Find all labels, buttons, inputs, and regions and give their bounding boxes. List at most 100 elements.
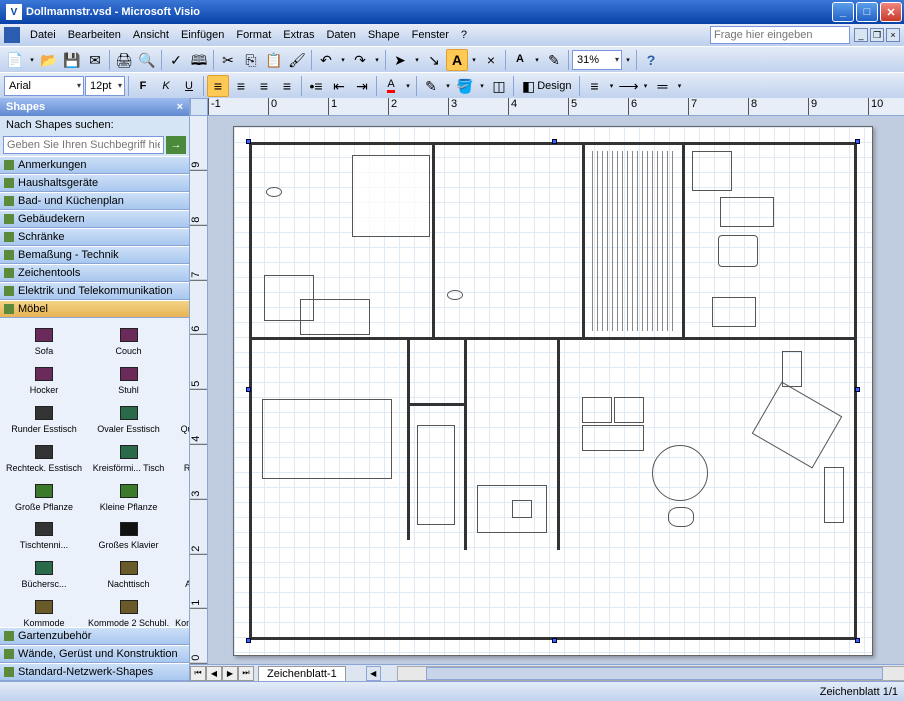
- align-right-button[interactable]: ≡: [253, 75, 275, 97]
- open-button[interactable]: 📂: [38, 49, 60, 71]
- font-name-combo[interactable]: Arial: [4, 76, 84, 96]
- redo-button[interactable]: ↷: [349, 49, 371, 71]
- line-color-button[interactable]: ✎: [420, 75, 442, 97]
- cut-button[interactable]: ✂: [217, 49, 239, 71]
- stencil-item[interactable]: Gebäudekern: [0, 210, 189, 228]
- menu-ansicht[interactable]: Ansicht: [127, 26, 175, 44]
- tab-first-button[interactable]: ⏮: [190, 666, 206, 681]
- print-preview-button[interactable]: 🔍: [136, 49, 158, 71]
- shape-item[interactable]: Großes Klavier: [86, 516, 171, 553]
- menu-daten[interactable]: Daten: [320, 26, 361, 44]
- tab-last-button[interactable]: ⏭: [238, 666, 254, 681]
- line-weight-dropdown[interactable]: ▾: [674, 75, 684, 97]
- menu-shape[interactable]: Shape: [362, 26, 406, 44]
- font-size-combo[interactable]: 12pt: [85, 76, 125, 96]
- increase-indent-button[interactable]: ⇥: [351, 75, 373, 97]
- save-button[interactable]: 💾: [61, 49, 83, 71]
- bold-button[interactable]: F: [132, 75, 154, 97]
- zoom-combo[interactable]: 31%: [572, 50, 622, 70]
- redo-dropdown[interactable]: ▾: [372, 49, 382, 71]
- format-painter-button[interactable]: 🖌: [286, 49, 308, 71]
- align-justify-button[interactable]: ≡: [276, 75, 298, 97]
- undo-button[interactable]: ↶: [315, 49, 337, 71]
- mdi-minimize-button[interactable]: _: [854, 28, 868, 42]
- menu-extras[interactable]: Extras: [277, 26, 320, 44]
- paste-button[interactable]: 📋: [263, 49, 285, 71]
- shape-item[interactable]: Büchersc...: [4, 555, 84, 592]
- menu-?[interactable]: ?: [455, 26, 473, 44]
- mdi-close-button[interactable]: ×: [886, 28, 900, 42]
- stencil-item[interactable]: Wände, Gerüst und Konstruktion: [0, 645, 189, 663]
- shape-item[interactable]: Tischtenni...: [4, 516, 84, 553]
- vertical-ruler[interactable]: 9876543210: [190, 116, 208, 664]
- align-left-button[interactable]: ≡: [207, 75, 229, 97]
- shape-item[interactable]: Rechteck. Esstisch: [4, 439, 84, 476]
- shape-item[interactable]: Kreisförmi... Tisch: [86, 439, 171, 476]
- shape-item[interactable]: Ovaler Esstisch: [86, 400, 171, 437]
- stencil-item[interactable]: Gartenzubehör: [0, 627, 189, 645]
- line-weight-button[interactable]: ═: [651, 75, 673, 97]
- design-button[interactable]: ◧Design: [517, 75, 576, 97]
- stencil-item[interactable]: Anmerkungen: [0, 156, 189, 174]
- decrease-indent-button[interactable]: ⇤: [328, 75, 350, 97]
- drawing-canvas[interactable]: [208, 116, 904, 664]
- menu-fenster[interactable]: Fenster: [406, 26, 455, 44]
- help-search-input[interactable]: [710, 26, 850, 44]
- mail-button[interactable]: ✉: [84, 49, 106, 71]
- close-button[interactable]: ✕: [880, 2, 902, 22]
- new-button[interactable]: 📄: [4, 49, 26, 71]
- mdi-restore-button[interactable]: ❐: [870, 28, 884, 42]
- stencil-item[interactable]: Zeichentools: [0, 264, 189, 282]
- line-ends-dropdown[interactable]: ▾: [640, 75, 650, 97]
- ink-button[interactable]: ✎: [543, 49, 565, 71]
- menu-datei[interactable]: Datei: [24, 26, 62, 44]
- undo-dropdown[interactable]: ▾: [338, 49, 348, 71]
- menu-bearbeiten[interactable]: Bearbeiten: [62, 26, 127, 44]
- font-color-button[interactable]: A: [380, 75, 402, 97]
- research-button[interactable]: 🕮: [188, 49, 210, 71]
- text-label-button[interactable]: A: [509, 49, 531, 71]
- spelling-button[interactable]: ✓: [165, 49, 187, 71]
- italic-button[interactable]: K: [155, 75, 177, 97]
- shape-item[interactable]: Nachttisch: [86, 555, 171, 592]
- shape-item[interactable]: Rechteck. Tisch: [173, 439, 189, 476]
- shape-item[interactable]: Anpassb... Bett: [173, 555, 189, 592]
- shape-item[interactable]: Hocker: [4, 361, 84, 398]
- underline-button[interactable]: U: [178, 75, 200, 97]
- shape-item[interactable]: Stuhl: [86, 361, 171, 398]
- minimize-button[interactable]: _: [832, 2, 854, 22]
- stencil-item[interactable]: Schränke: [0, 228, 189, 246]
- stencil-item[interactable]: Bemaßung - Technik: [0, 246, 189, 264]
- zoom-dropdown[interactable]: ▾: [623, 49, 633, 71]
- shapes-search-input[interactable]: [3, 136, 164, 154]
- connector-tool-button[interactable]: ↘: [423, 49, 445, 71]
- text-label-dropdown[interactable]: ▾: [532, 49, 542, 71]
- tab-next-button[interactable]: ▶: [222, 666, 238, 681]
- line-pattern-dropdown[interactable]: ▾: [606, 75, 616, 97]
- horizontal-ruler[interactable]: -101234567891011: [208, 98, 904, 116]
- shapes-search-go-button[interactable]: →: [166, 136, 186, 154]
- fill-color-dropdown[interactable]: ▾: [477, 75, 487, 97]
- text-dropdown[interactable]: ▾: [469, 49, 479, 71]
- tab-prev-button[interactable]: ◀: [206, 666, 222, 681]
- shape-item[interactable]: Ruhesessel: [173, 361, 189, 398]
- shape-item[interactable]: Runder Esstisch: [4, 400, 84, 437]
- font-color-dropdown[interactable]: ▾: [403, 75, 413, 97]
- shape-item[interactable]: Spinettkl...: [173, 516, 189, 553]
- new-dropdown[interactable]: ▾: [27, 49, 37, 71]
- page-tab[interactable]: Zeichenblatt-1: [258, 666, 346, 681]
- horizontal-scrollbar[interactable]: [397, 666, 904, 681]
- text-tool-button[interactable]: A: [446, 49, 468, 71]
- floor-plan[interactable]: [249, 142, 857, 640]
- shape-item[interactable]: Zimmerpfl...: [173, 478, 189, 515]
- copy-button[interactable]: ⎘: [240, 49, 262, 71]
- print-button[interactable]: 🖨: [113, 49, 135, 71]
- fill-color-button[interactable]: 🪣: [454, 75, 476, 97]
- align-center-button[interactable]: ≡: [230, 75, 252, 97]
- help-button[interactable]: ?: [640, 49, 662, 71]
- stencil-item[interactable]: Haushaltsgeräte: [0, 174, 189, 192]
- stencil-item[interactable]: Bad- und Küchenplan: [0, 192, 189, 210]
- shape-item[interactable]: Wohnzimm...: [173, 322, 189, 359]
- stencil-moebel[interactable]: Möbel: [0, 300, 189, 318]
- pointer-dropdown[interactable]: ▾: [412, 49, 422, 71]
